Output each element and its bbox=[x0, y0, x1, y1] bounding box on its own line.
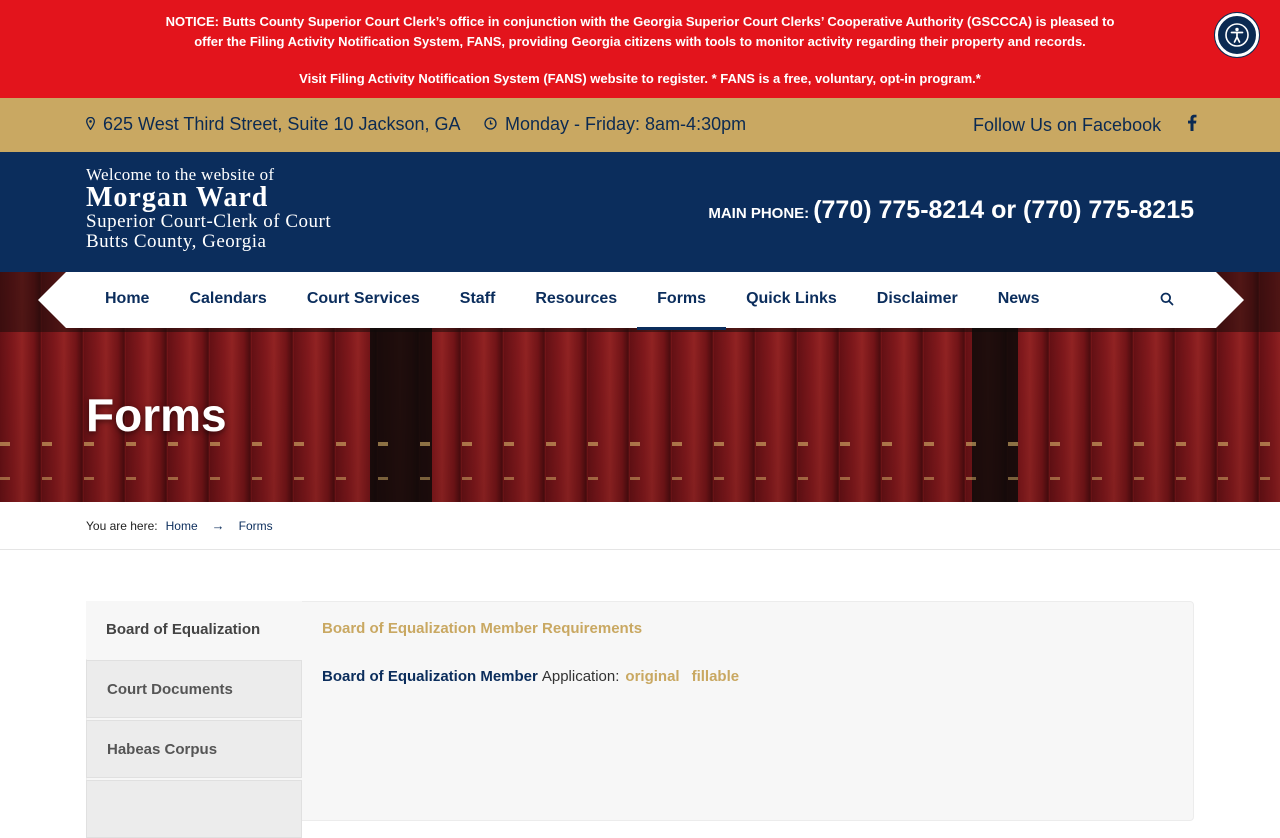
nav-item-calendars[interactable]: Calendars bbox=[169, 272, 286, 328]
nav-item-staff[interactable]: Staff bbox=[440, 272, 516, 328]
search-icon[interactable] bbox=[1160, 292, 1174, 311]
main-phone: MAIN PHONE: (770) 775-8214 or (770) 775-… bbox=[708, 196, 1194, 225]
logo-name: Morgan Ward bbox=[86, 182, 269, 213]
hero-shadow bbox=[370, 302, 432, 502]
nav-left-tip bbox=[38, 272, 66, 328]
nav-right-tip bbox=[1216, 272, 1244, 328]
tab-more[interactable] bbox=[86, 780, 302, 838]
hero-gold-band bbox=[0, 477, 1280, 480]
address-text: 625 West Third Street, Suite 10 Jackson,… bbox=[103, 114, 461, 134]
nav-menu: Home Calendars Court Services Staff Reso… bbox=[85, 272, 1060, 330]
phone-label: MAIN PHONE: bbox=[708, 205, 810, 222]
phone-numbers[interactable]: (770) 775-8214 or (770) 775-8215 bbox=[813, 196, 1194, 225]
application-label: Board of Equalization Member bbox=[322, 668, 538, 685]
nav-item-forms[interactable]: Forms bbox=[637, 272, 726, 330]
breadcrumb-home[interactable]: Home bbox=[166, 519, 198, 533]
accessibility-icon bbox=[1225, 23, 1249, 47]
nav-item-news[interactable]: News bbox=[978, 272, 1060, 328]
nav-item-home[interactable]: Home bbox=[85, 272, 169, 328]
site-logo[interactable]: Welcome to the website of Morgan Ward Su… bbox=[86, 166, 331, 252]
application-row: Board of Equalization Member Application… bbox=[322, 668, 739, 685]
nav-item-quick-links[interactable]: Quick Links bbox=[726, 272, 857, 328]
hours-item: Monday - Friday: 8am-4:30pm bbox=[484, 114, 746, 134]
breadcrumb-arrow-icon: → bbox=[211, 518, 225, 533]
notice-text: NOTICE: Butts County Superior Court Cler… bbox=[165, 14, 1115, 49]
facebook-link[interactable]: Follow Us on Facebook bbox=[973, 114, 1197, 135]
nav-item-resources[interactable]: Resources bbox=[515, 272, 637, 328]
page-title: Forms bbox=[86, 389, 227, 441]
breadcrumb: You are here: Home → Forms bbox=[0, 502, 1280, 550]
clock-icon bbox=[484, 114, 497, 134]
notice-bar: NOTICE: Butts County Superior Court Cler… bbox=[0, 0, 1280, 98]
main-nav: Home Calendars Court Services Staff Reso… bbox=[0, 272, 1280, 330]
accessibility-button[interactable] bbox=[1215, 13, 1259, 57]
tab-board-of-equalization[interactable]: Board of Equalization bbox=[86, 601, 302, 659]
original-link[interactable]: original bbox=[625, 668, 679, 685]
logo-title: Superior Court-Clerk of Court bbox=[86, 211, 332, 232]
fillable-link[interactable]: fillable bbox=[692, 668, 740, 685]
tab-content: Board of Equalization Member Requirement… bbox=[322, 620, 739, 685]
site-header: Welcome to the website of Morgan Ward Su… bbox=[0, 152, 1280, 272]
fans-register-link[interactable]: Visit Filing Activity Notification Syste… bbox=[0, 70, 1280, 88]
hero-gold-band bbox=[0, 442, 1280, 446]
address-item: 625 West Third Street, Suite 10 Jackson,… bbox=[86, 114, 461, 134]
breadcrumb-current: Forms bbox=[238, 518, 273, 533]
info-bar: 625 West Third Street, Suite 10 Jackson,… bbox=[0, 98, 1280, 152]
map-pin-icon bbox=[86, 114, 95, 134]
tab-habeas-corpus[interactable]: Habeas Corpus bbox=[86, 720, 302, 778]
logo-county: Butts County, Georgia bbox=[86, 231, 267, 252]
tab-court-documents[interactable]: Court Documents bbox=[86, 660, 302, 718]
nav-item-disclaimer[interactable]: Disclaimer bbox=[857, 272, 978, 328]
application-label-suffix: Application: bbox=[541, 668, 620, 685]
nav-item-court-services[interactable]: Court Services bbox=[287, 272, 440, 328]
requirements-link[interactable]: Board of Equalization Member Requirement… bbox=[322, 620, 642, 637]
breadcrumb-label: You are here: bbox=[86, 518, 158, 533]
facebook-icon[interactable] bbox=[1187, 114, 1197, 135]
hours-text: Monday - Friday: 8am-4:30pm bbox=[505, 114, 747, 134]
hero-shadow bbox=[972, 312, 1018, 502]
facebook-text[interactable]: Follow Us on Facebook bbox=[973, 115, 1161, 135]
